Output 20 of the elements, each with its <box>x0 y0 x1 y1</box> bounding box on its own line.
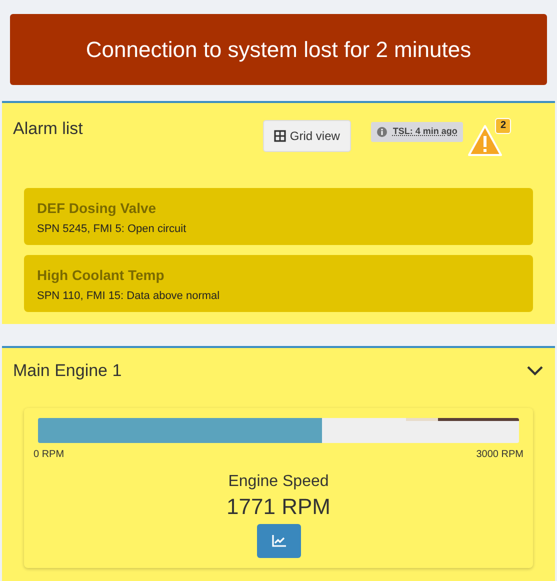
info-icon <box>376 127 387 137</box>
alarm-title: High Coolant Temp <box>37 266 166 285</box>
panel-title: Main Engine 1 <box>13 360 122 382</box>
grid-view-button[interactable]: Grid view <box>262 120 351 152</box>
panel-title: Alarm list <box>13 118 83 140</box>
alarm-title: DEF Dosing Valve <box>37 199 158 218</box>
chart-button[interactable] <box>256 524 300 558</box>
gauge-reading: 1771 RPM <box>226 494 330 520</box>
gauge-name: Engine Speed <box>228 472 329 492</box>
gauge-min-label: 0 RPM <box>34 448 64 462</box>
alarm-detail: SPN 5245, FMI 5: Open circuit <box>37 222 188 237</box>
grid-icon <box>274 130 286 142</box>
tsl-badge: TSL: 4 min ago <box>370 122 464 142</box>
gauge-max-label: 3000 RPM <box>476 448 524 462</box>
chevron-icon[interactable] <box>526 364 544 377</box>
alarm-count-badge: 2 <box>495 118 511 134</box>
alarm-detail: SPN 110, FMI 15: Data above normal <box>37 289 221 304</box>
warning-zone <box>406 418 438 420</box>
line-chart-icon <box>272 534 286 546</box>
connection-lost-banner: Connection to system lost for 2 minutes <box>10 14 547 85</box>
